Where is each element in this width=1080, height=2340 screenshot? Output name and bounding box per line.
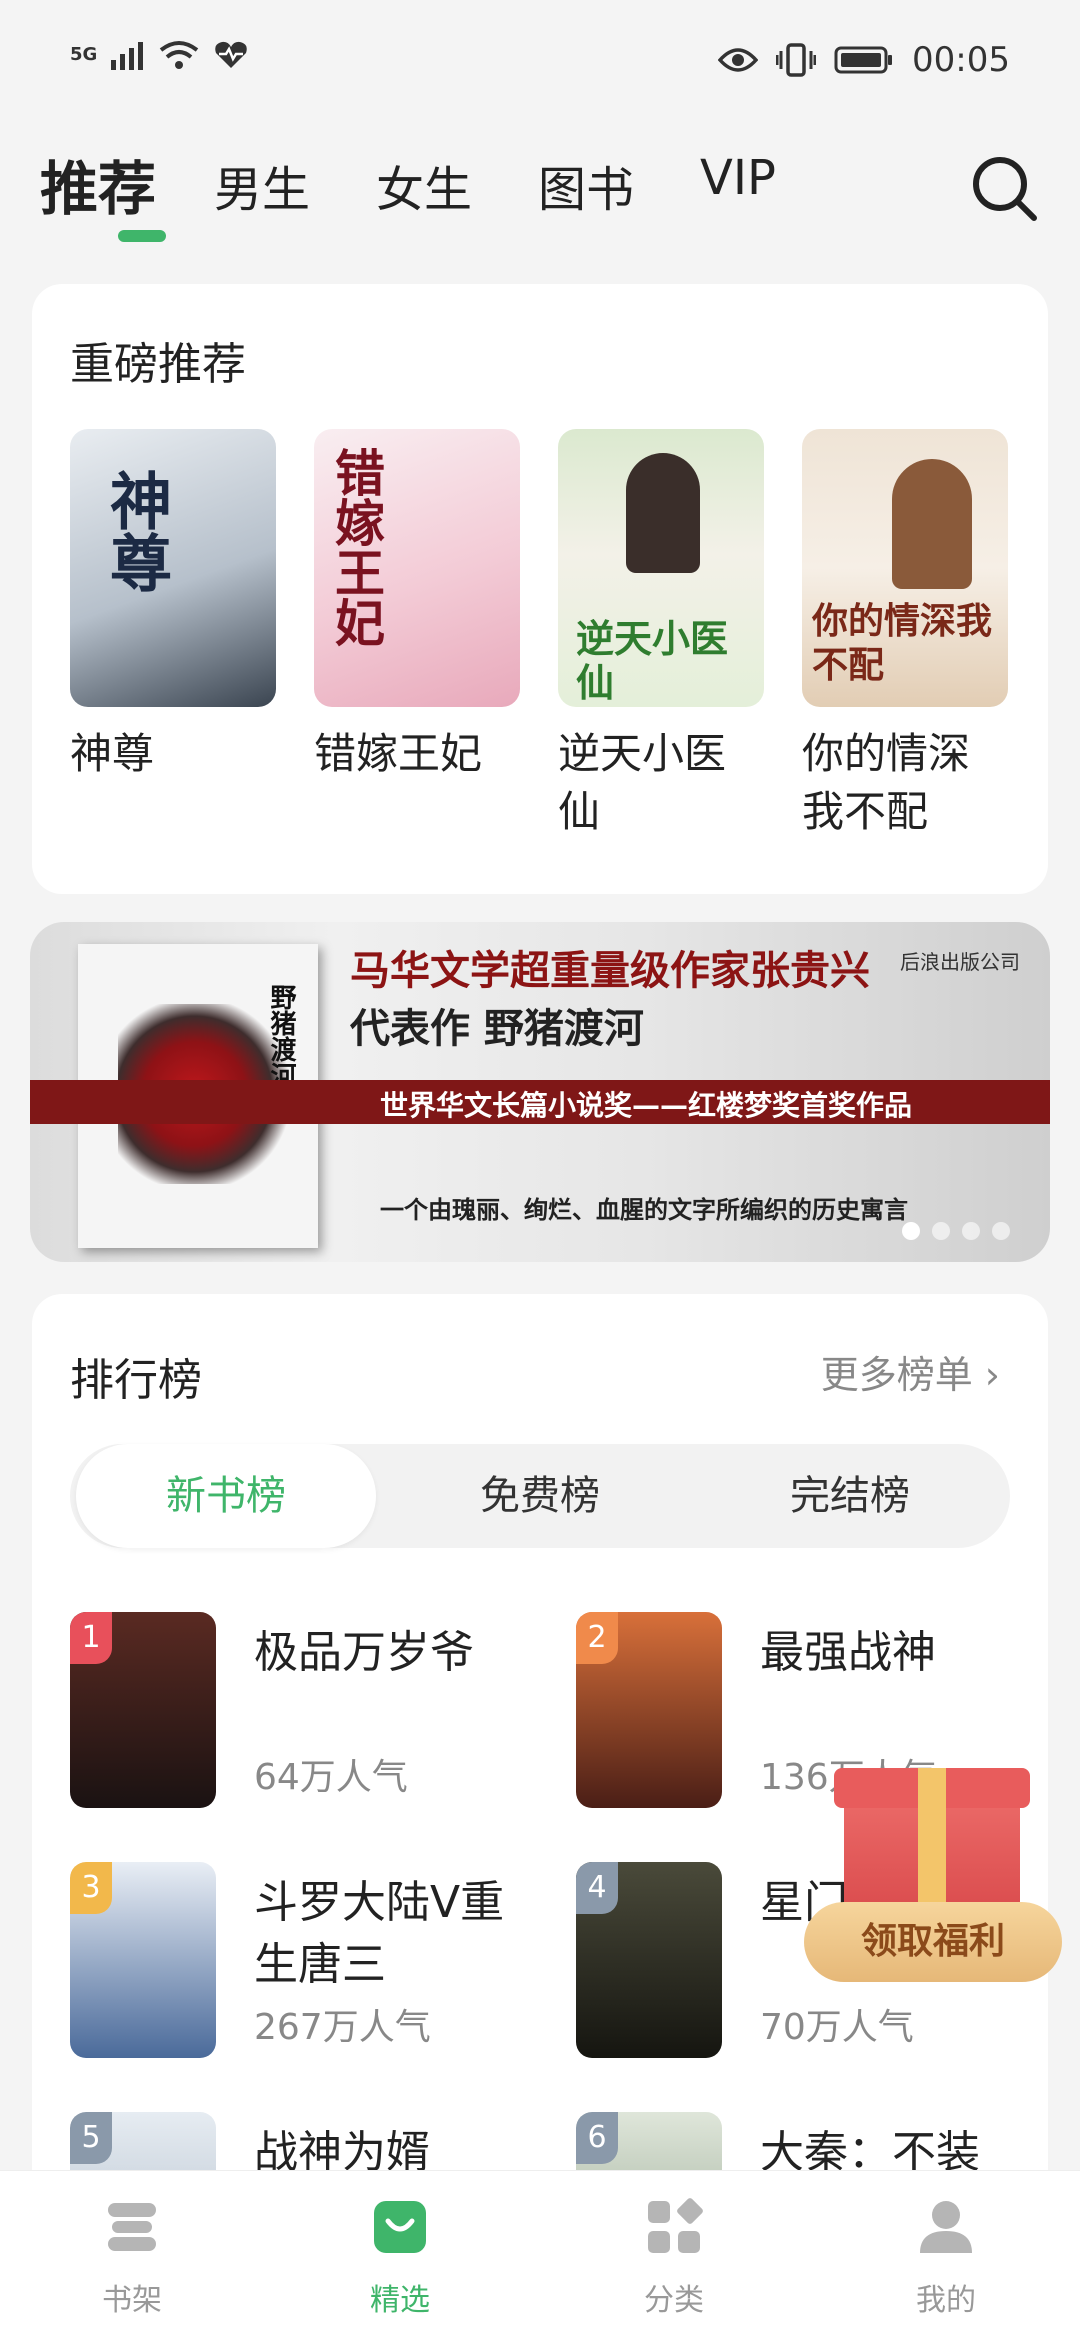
ranking-cover: 1 <box>70 1612 216 1808</box>
ranking-book-title: 极品万岁爷 <box>254 1627 474 1678</box>
banner-award-bar: 世界华文长篇小说奖——红楼梦奖首奖作品 <box>30 1080 1050 1124</box>
featured-book[interactable]: 错嫁王妃 错嫁王妃 <box>314 429 520 841</box>
featured-section: 重磅推荐 神尊 神尊 错嫁王妃 错嫁王妃 逆天小医仙 逆天小医仙 你的情深我不配 <box>32 284 1048 894</box>
vibrate-icon <box>776 43 817 77</box>
rank-badge: 1 <box>70 1612 112 1664</box>
cover-figure <box>892 459 972 589</box>
ranking-title: 排行榜 <box>70 1355 202 1406</box>
book-cover: 错嫁王妃 <box>314 429 520 707</box>
eye-icon <box>718 48 759 72</box>
book-title: 错嫁王妃 <box>314 729 483 778</box>
banner-book-title: 野猪渡河 <box>266 984 296 1088</box>
search-icon[interactable] <box>970 154 1040 224</box>
ranking-segment-control: 新书榜 免费榜 完结榜 <box>70 1444 1010 1548</box>
ranking-popularity: 70万人气 <box>760 2007 914 2048</box>
active-tab-indicator <box>118 230 166 242</box>
nav-label: 精选 <box>370 2283 430 2318</box>
featured-book-list: 神尊 神尊 错嫁王妃 错嫁王妃 逆天小医仙 逆天小医仙 你的情深我不配 你的情深… <box>70 429 1008 841</box>
gift-widget[interactable]: 领取福利 <box>800 1758 1070 1998</box>
book-cover: 逆天小医仙 <box>558 429 764 707</box>
featured-book[interactable]: 神尊 神尊 <box>70 429 276 841</box>
nav-profile[interactable]: 我的 <box>866 2197 1026 2319</box>
tab-male[interactable]: 男生 <box>214 150 310 220</box>
banner-publisher: 后浪出版公司 <box>900 950 1020 974</box>
featured-title: 重磅推荐 <box>70 339 246 390</box>
clock: 00:05 <box>912 40 1010 80</box>
cover-title: 你的情深我不配 <box>812 600 993 686</box>
segment-completed[interactable]: 完结榜 <box>700 1444 1000 1548</box>
book-cover: 神尊 <box>70 429 276 707</box>
cover-title: 逆天小医仙 <box>576 616 729 705</box>
book-title: 神尊 <box>70 729 155 778</box>
carousel-dots <box>902 1222 1010 1240</box>
rank-badge: 3 <box>70 1862 112 1914</box>
shopping-bag-icon <box>374 2201 426 2253</box>
rank-badge: 5 <box>70 2112 112 2164</box>
segment-free[interactable]: 免费榜 <box>390 1444 690 1548</box>
nav-label: 书架 <box>102 2283 162 2318</box>
bookshelf-icon <box>108 2203 156 2251</box>
top-tab-bar: 推荐 男生 女生 图书 VIP <box>40 140 1040 250</box>
cover-figure <box>626 453 700 573</box>
book-title: 逆天小医仙 <box>558 729 727 836</box>
wifi-icon <box>160 41 199 69</box>
cover-title: 错嫁王妃 <box>327 447 386 647</box>
rank-badge: 6 <box>576 2112 618 2164</box>
banner-headline: 马华文学超重量级作家张贵兴 <box>350 947 870 994</box>
ranking-book-title: 最强战神 <box>760 1627 936 1678</box>
ranking-item[interactable]: 3 斗罗大陆V重生唐三 267万人气 <box>70 1862 550 2062</box>
more-rankings-link[interactable]: 更多榜单 › <box>821 1344 1000 1399</box>
category-grid-icon <box>648 2198 703 2253</box>
rank-badge: 4 <box>576 1862 618 1914</box>
heart-monitor-icon <box>215 41 248 68</box>
ranking-cover: 4 <box>576 1862 722 2058</box>
carousel-dot <box>902 1222 920 1240</box>
banner-award: 世界华文长篇小说奖——红楼梦奖首奖作品 <box>380 1089 913 1122</box>
tab-female[interactable]: 女生 <box>376 150 472 220</box>
segment-new-books[interactable]: 新书榜 <box>76 1444 376 1548</box>
banner-subline: 代表作 野猪渡河 <box>350 1005 644 1052</box>
carousel-dot <box>962 1222 980 1240</box>
status-right: 00:05 <box>718 40 1010 80</box>
rank-badge: 2 <box>576 1612 618 1664</box>
nav-label: 分类 <box>644 2283 704 2318</box>
carousel-dot <box>992 1222 1010 1240</box>
user-icon <box>920 2201 972 2253</box>
ranking-cover: 3 <box>70 1862 216 2058</box>
battery-icon <box>834 46 893 74</box>
carousel-dot <box>932 1222 950 1240</box>
book-cover: 你的情深我不配 <box>802 429 1008 707</box>
featured-book[interactable]: 逆天小医仙 逆天小医仙 <box>558 429 764 841</box>
banner-tagline: 一个由瑰丽、绚烂、血腥的文字所编织的历史寓言 <box>380 1196 908 1224</box>
claim-welfare-button[interactable]: 领取福利 <box>804 1902 1062 1982</box>
tab-books[interactable]: 图书 <box>538 150 634 220</box>
status-left: 5G <box>70 40 249 70</box>
status-bar: 5G 00:05 <box>0 0 1080 120</box>
tab-recommend[interactable]: 推荐 <box>40 142 156 226</box>
nav-label: 我的 <box>916 2283 976 2318</box>
nav-featured[interactable]: 精选 <box>320 2197 480 2319</box>
network-label: 5G <box>70 44 98 65</box>
ranking-book-title: 斗罗大陆V重生唐三 <box>254 1877 505 1990</box>
ranking-item[interactable]: 1 极品万岁爷 64万人气 <box>70 1612 550 1812</box>
cover-title: 神尊 <box>99 469 172 593</box>
signal-icon <box>111 42 144 70</box>
ranking-popularity: 267万人气 <box>254 2007 431 2048</box>
ranking-popularity: 64万人气 <box>254 1757 408 1798</box>
promo-banner[interactable]: 野猪渡河 马华文学超重量级作家张贵兴 代表作 野猪渡河 后浪出版公司 世界华文长… <box>30 922 1050 1262</box>
bottom-nav: 书架 精选 分类 我的 <box>0 2170 1080 2340</box>
ranking-cover: 2 <box>576 1612 722 1808</box>
tab-vip[interactable]: VIP <box>700 150 776 206</box>
featured-book[interactable]: 你的情深我不配 你的情深我不配 <box>802 429 1008 841</box>
nav-category[interactable]: 分类 <box>594 2197 754 2319</box>
book-title: 你的情深我不配 <box>802 729 971 836</box>
nav-bookshelf[interactable]: 书架 <box>52 2197 212 2319</box>
